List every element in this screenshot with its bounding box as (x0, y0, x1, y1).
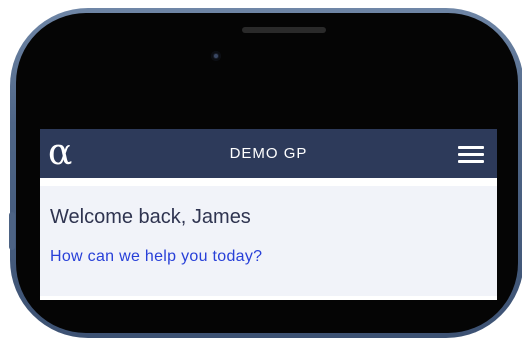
front-camera-icon (211, 51, 221, 61)
menu-line (458, 153, 484, 156)
app-screen: α DEMO GP Welcome back, James How can we… (40, 129, 497, 300)
welcome-panel: Welcome back, James How can we help you … (40, 186, 497, 296)
welcome-greeting: Welcome back, James (50, 206, 251, 228)
app-header: α DEMO GP (40, 129, 497, 178)
alpha-logo-icon[interactable]: α (48, 133, 72, 173)
speaker-grille (242, 27, 326, 33)
practice-title: DEMO GP (229, 145, 308, 162)
help-link[interactable]: How can we help you today? (50, 248, 262, 266)
phone-side-button (9, 212, 15, 250)
menu-line (458, 146, 484, 149)
menu-line (458, 160, 484, 163)
hamburger-menu-icon[interactable] (458, 146, 484, 163)
